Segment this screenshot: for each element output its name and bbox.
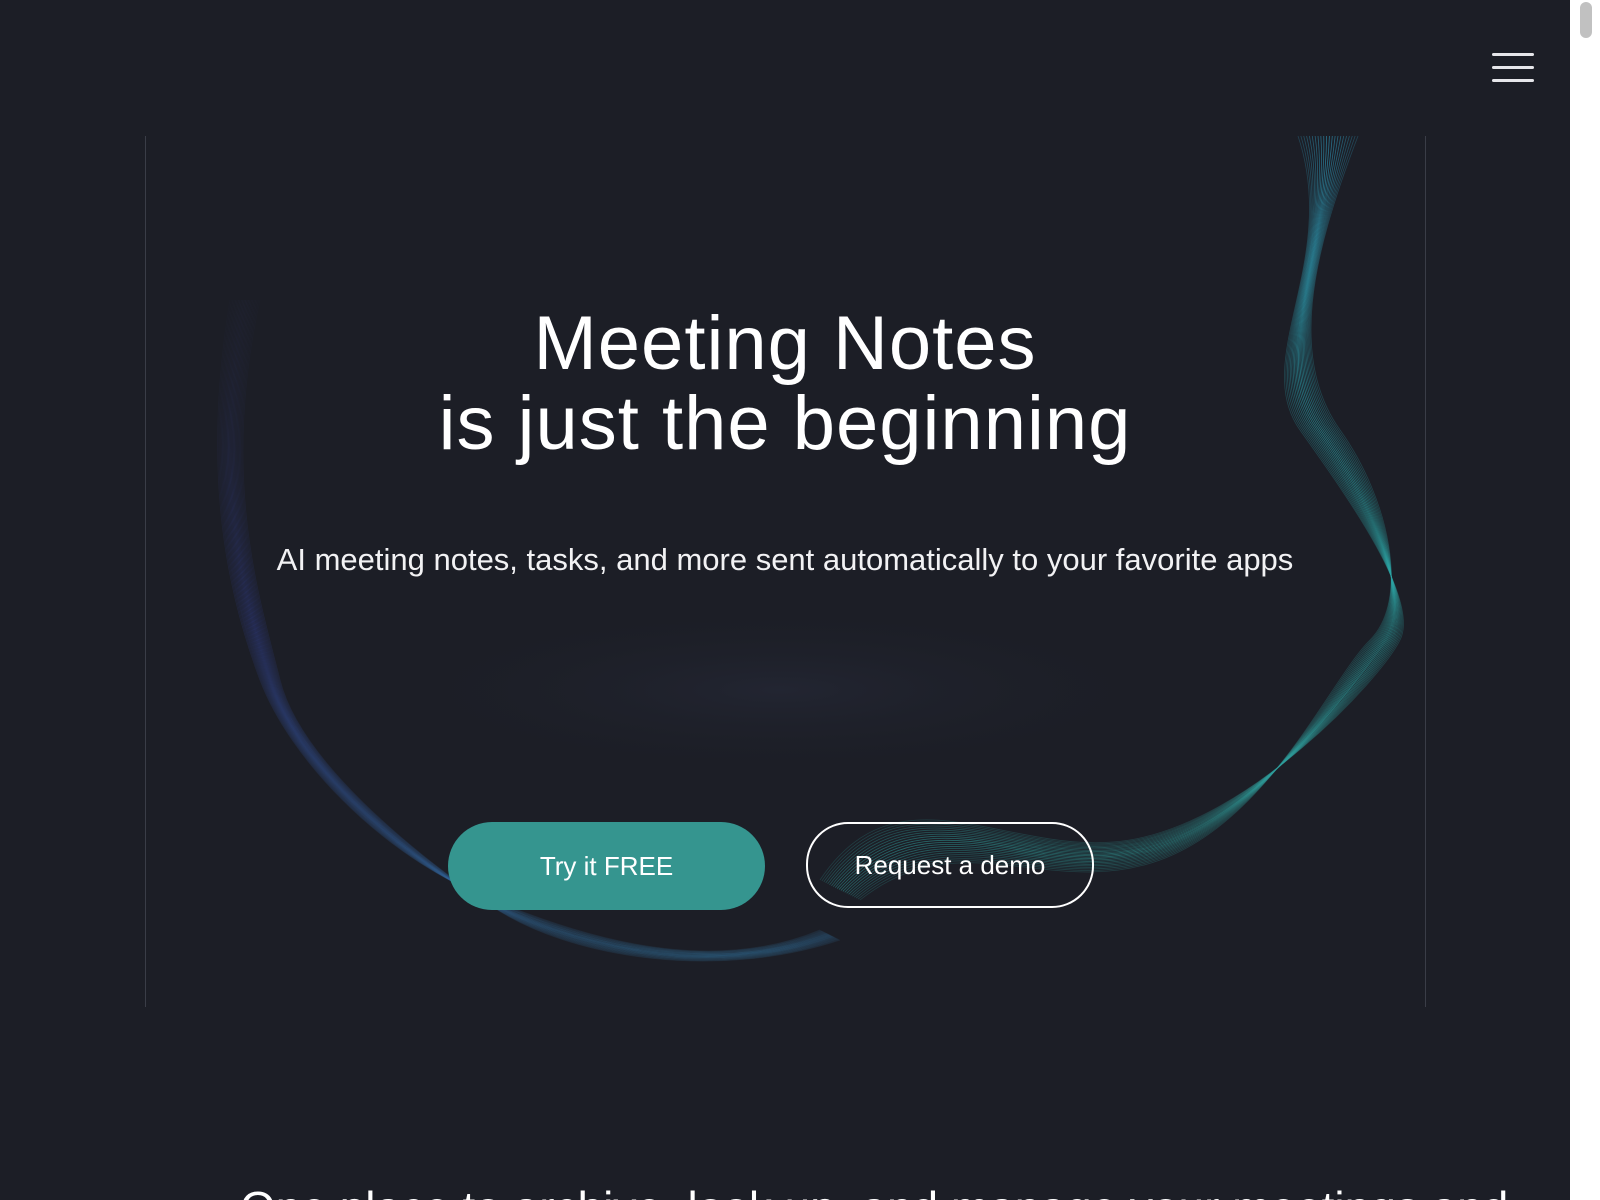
request-demo-button[interactable]: Request a demo [806,822,1094,908]
hero-title: Meeting Notes is just the beginning [145,304,1425,464]
hero-subtitle: AI meeting notes, tasks, and more sent a… [276,542,1294,577]
vertical-scrollbar[interactable] [1570,0,1600,1200]
scrollbar-thumb[interactable] [1580,2,1592,38]
hamburger-menu-button[interactable] [1486,50,1538,90]
decorative-wave-lines [217,135,1404,962]
try-free-button[interactable]: Try it FREE [448,822,765,910]
page-viewport: Meeting Notes is just the beginning AI m… [0,0,1570,1200]
hero-frame-right-line [1425,136,1426,1007]
hero-title-line-1: Meeting Notes [533,301,1037,386]
hamburger-menu-icon [1492,53,1534,56]
next-section-heading: One place to archive, look up, and manag… [240,1180,1508,1200]
hero-title-line-2: is just the beginning [438,381,1132,466]
